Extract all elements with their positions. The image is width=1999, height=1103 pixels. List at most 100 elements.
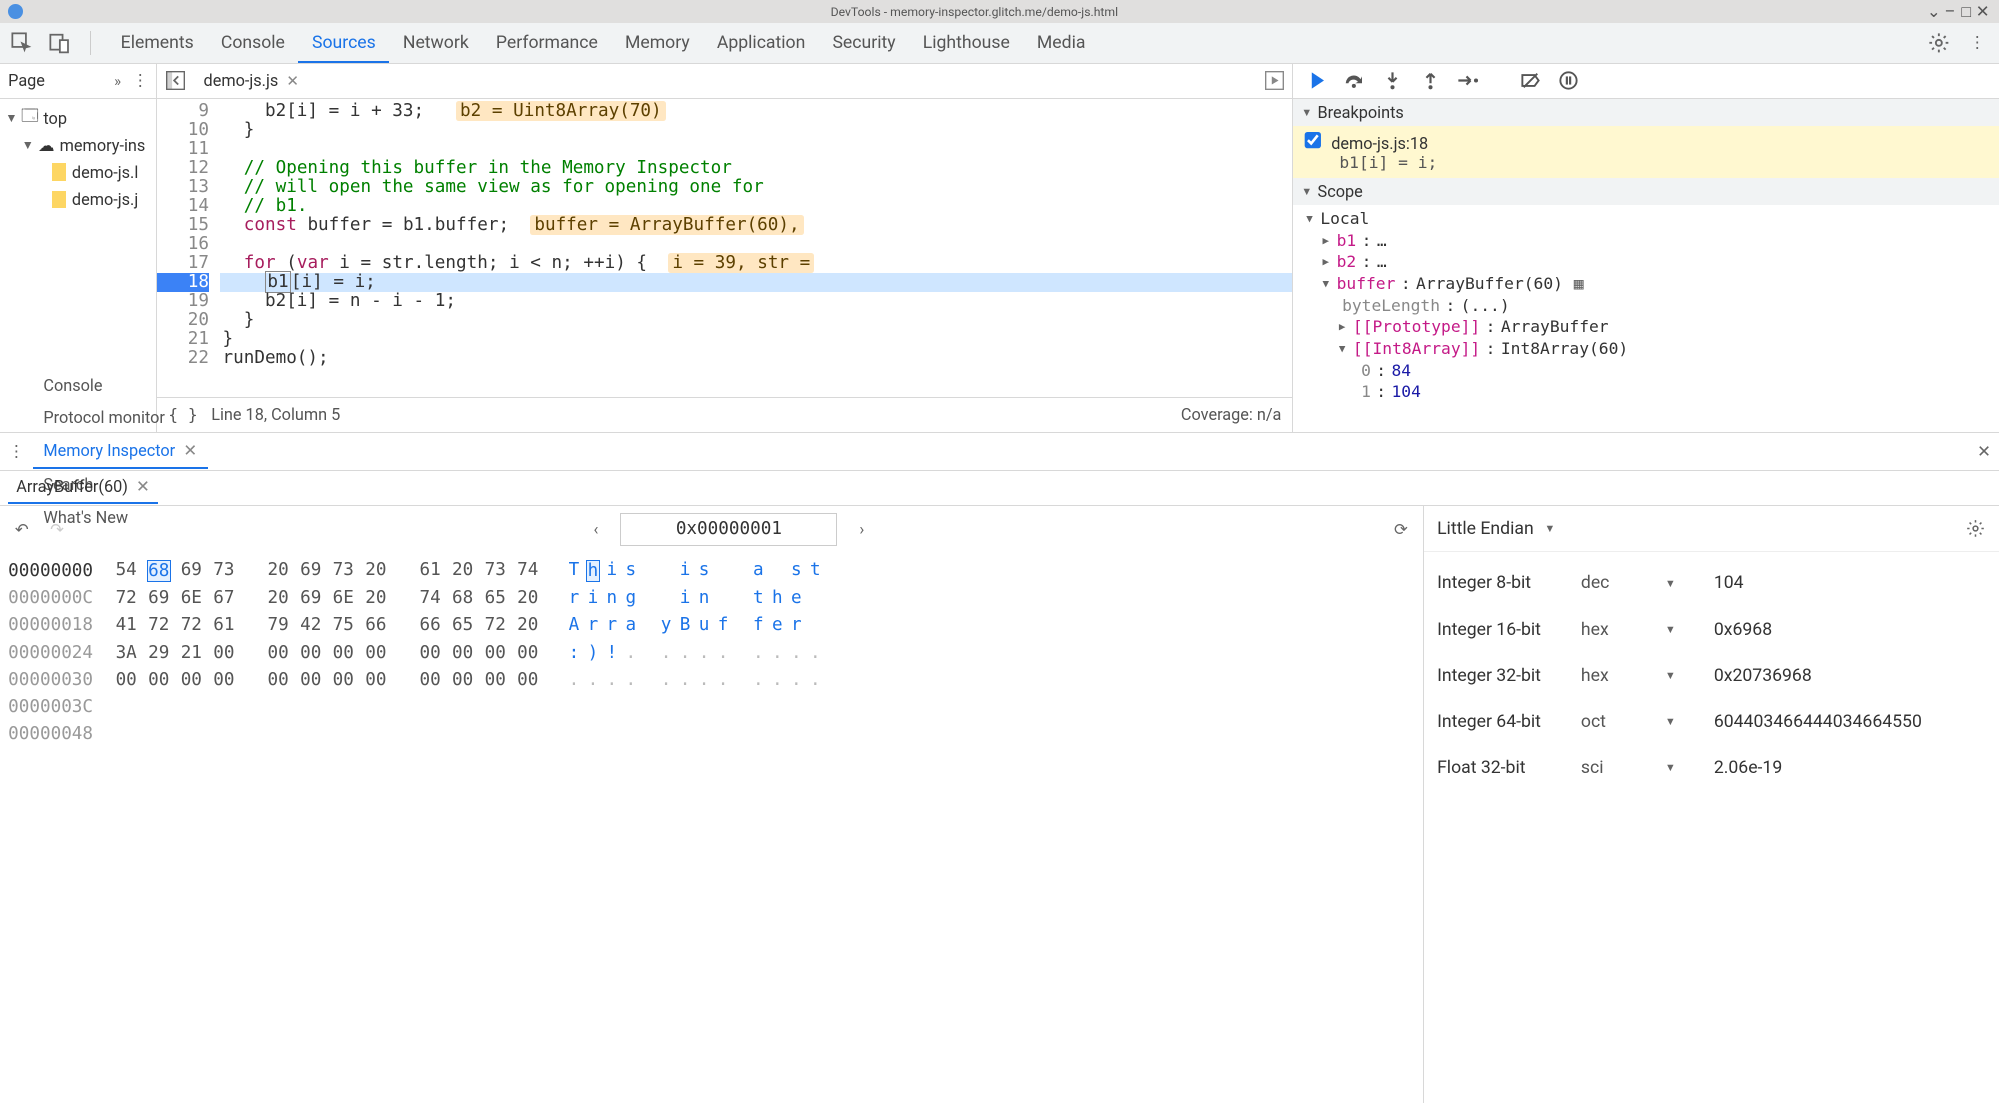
hex-ascii[interactable]: B	[678, 615, 692, 635]
hex-byte[interactable]: 66	[364, 615, 388, 635]
hex-ascii[interactable]: .	[716, 670, 730, 690]
tree-file-1[interactable]: demo-js.j	[0, 186, 156, 213]
hex-ascii[interactable]: f	[752, 615, 766, 635]
tab-security[interactable]: Security	[819, 25, 909, 61]
hex-byte[interactable]: 00	[212, 670, 236, 690]
tab-sources[interactable]: Sources	[298, 25, 389, 63]
hex-byte[interactable]: 6E	[331, 588, 355, 608]
memory-inspector-subtab[interactable]: ArrayBuffer(60) ✕	[8, 472, 158, 504]
next-page-icon[interactable]: ›	[851, 520, 873, 539]
hex-ascii[interactable]: y	[659, 615, 673, 635]
hex-ascii[interactable]: .	[605, 670, 619, 690]
hex-ascii[interactable]	[659, 560, 673, 582]
line-number[interactable]: 10	[157, 121, 209, 140]
hex-byte[interactable]: 67	[212, 588, 236, 608]
hex-byte[interactable]: 69	[179, 560, 203, 582]
hex-byte[interactable]: 69	[298, 560, 322, 582]
inspect-icon[interactable]	[8, 29, 35, 56]
hex-ascii[interactable]: .	[808, 643, 822, 663]
hex-ascii[interactable]: i	[605, 560, 619, 582]
line-number[interactable]: 12	[157, 159, 209, 178]
code-line[interactable]	[220, 140, 1292, 159]
hex-ascii[interactable]: .	[678, 643, 692, 663]
hex-byte[interactable]: 00	[298, 670, 322, 690]
code-line[interactable]: b2[i] = n - i - 1;	[220, 292, 1292, 311]
hex-byte[interactable]: 00	[450, 670, 474, 690]
breakpoints-header[interactable]: ▼Breakpoints	[1293, 99, 1999, 126]
hex-byte[interactable]: 68	[147, 560, 171, 582]
hex-byte[interactable]: 00	[364, 670, 388, 690]
close-icon[interactable]: ✕	[183, 441, 197, 460]
code-line[interactable]: for (var i = str.length; i < n; ++i) { i…	[220, 254, 1292, 273]
tab-network[interactable]: Network	[389, 25, 482, 61]
breakpoint-checkbox[interactable]	[1304, 132, 1322, 150]
hex-ascii[interactable]: r	[789, 615, 803, 635]
line-number[interactable]: 20	[157, 311, 209, 330]
settings-icon[interactable]	[1926, 29, 1953, 56]
hex-ascii[interactable]: i	[586, 588, 600, 608]
hex-byte[interactable]: 00	[212, 643, 236, 663]
run-snippet-icon[interactable]	[1262, 69, 1286, 93]
scope-array-item[interactable]: 0: 84	[1293, 359, 1999, 381]
hex-byte[interactable]: 68	[450, 588, 474, 608]
hex-ascii[interactable]: .	[624, 643, 638, 663]
hex-ascii[interactable]: !	[605, 643, 619, 663]
hex-ascii[interactable]	[716, 588, 730, 608]
hex-byte[interactable]: 79	[266, 615, 290, 635]
chevron-down-icon[interactable]: ▼	[1665, 577, 1684, 590]
address-input[interactable]: 0x00000001	[620, 513, 837, 546]
hex-byte[interactable]: 6E	[179, 588, 203, 608]
hex-byte[interactable]: 21	[179, 643, 203, 663]
hex-ascii[interactable]: a	[752, 560, 766, 582]
value-format[interactable]: hex	[1581, 620, 1665, 640]
hex-byte[interactable]: 74	[418, 588, 442, 608]
hex-ascii[interactable]: .	[567, 670, 581, 690]
hex-ascii[interactable]: .	[586, 670, 600, 690]
hex-ascii[interactable]: f	[716, 615, 730, 635]
hex-ascii[interactable]: e	[771, 615, 785, 635]
window-menu[interactable]: ⌄	[1926, 2, 1942, 21]
scope-var[interactable]: ▶b1: …	[1293, 229, 1999, 251]
hex-ascii[interactable]: .	[716, 643, 730, 663]
line-number[interactable]: 21	[157, 330, 209, 349]
hex-ascii[interactable]: .	[697, 670, 711, 690]
line-number[interactable]: 18	[157, 273, 209, 292]
hex-ascii[interactable]: h	[586, 560, 600, 582]
hex-ascii[interactable]: a	[624, 615, 638, 635]
hex-byte[interactable]: 20	[266, 588, 290, 608]
hex-byte[interactable]: 00	[483, 670, 507, 690]
hex-byte[interactable]: 72	[114, 588, 138, 608]
line-number[interactable]: 14	[157, 197, 209, 216]
deactivate-breakpoints-icon[interactable]	[1518, 69, 1542, 93]
hex-ascii[interactable]: g	[624, 588, 638, 608]
window-maximize[interactable]: □	[1958, 2, 1974, 22]
hex-byte[interactable]: 20	[364, 560, 388, 582]
hex-byte[interactable]: 00	[516, 643, 540, 663]
editor-tab[interactable]: demo-js.js ✕	[195, 67, 307, 94]
line-number[interactable]: 17	[157, 254, 209, 273]
hex-ascii[interactable]: r	[586, 615, 600, 635]
hex-ascii[interactable]: r	[567, 588, 581, 608]
close-icon[interactable]: ✕	[286, 72, 299, 90]
line-number[interactable]: 19	[157, 292, 209, 311]
scope-header[interactable]: ▼Scope	[1293, 178, 1999, 205]
value-format[interactable]: oct	[1581, 712, 1665, 732]
undo-icon[interactable]: ↶	[11, 520, 33, 539]
hex-byte[interactable]: 00	[331, 670, 355, 690]
hex-byte[interactable]: 20	[516, 615, 540, 635]
memory-icon[interactable]: ▦	[1574, 274, 1584, 293]
hex-ascii[interactable]: s	[697, 560, 711, 582]
hex-byte[interactable]: 00	[114, 670, 138, 690]
hex-ascii[interactable]: .	[752, 643, 766, 663]
line-number[interactable]: 13	[157, 178, 209, 197]
tab-lighthouse[interactable]: Lighthouse	[909, 25, 1023, 61]
hex-ascii[interactable]: .	[752, 670, 766, 690]
scope-prop[interactable]: byteLength: (...)	[1293, 294, 1999, 316]
code-line[interactable]: }	[220, 330, 1292, 349]
step-into-icon[interactable]	[1380, 69, 1404, 93]
hex-byte[interactable]: 3A	[114, 643, 138, 663]
hex-byte[interactable]: 65	[483, 588, 507, 608]
tab-memory[interactable]: Memory	[611, 25, 703, 61]
hex-ascii[interactable]: T	[567, 560, 581, 582]
breakpoint-item[interactable]: demo-js.js:18 b1[i] = i;	[1293, 126, 1999, 177]
